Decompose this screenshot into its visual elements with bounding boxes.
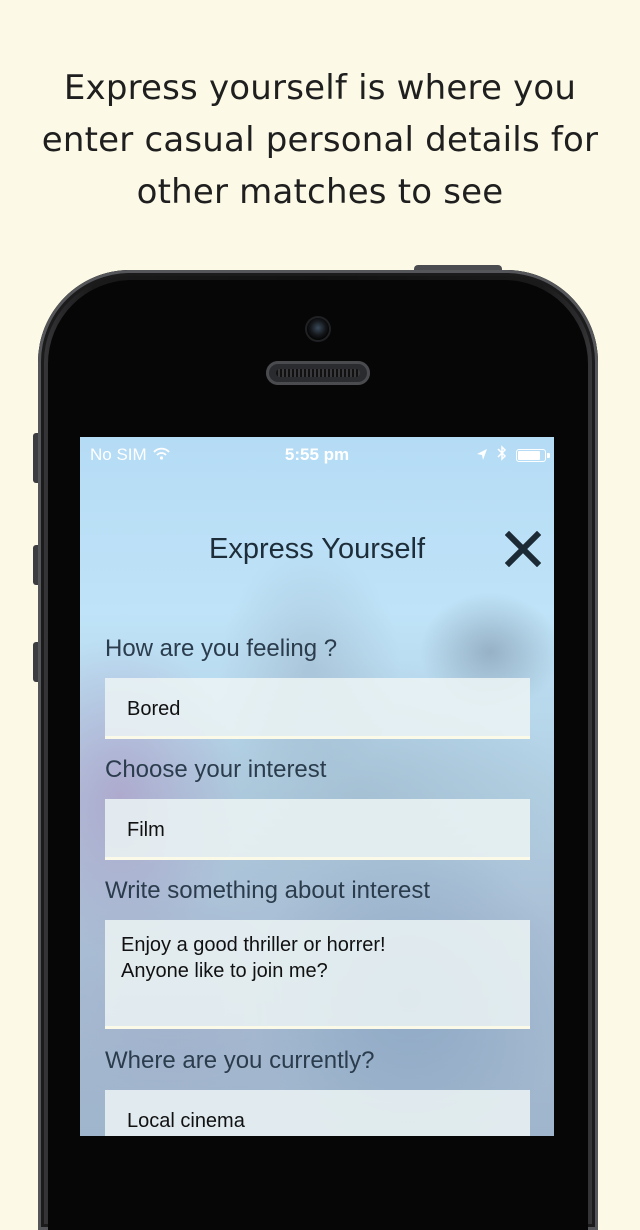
about-interest-field[interactable]: Enjoy a good thriller or horrer! Anyone …: [105, 920, 530, 1029]
caption-line-2: enter casual personal details for: [41, 120, 599, 160]
interest-value: Film: [127, 819, 165, 841]
location-label: Where are you currently?: [105, 1047, 375, 1074]
battery-icon: [516, 449, 550, 462]
app-screen: No SIM 5:55 pm Express Yourself How are …: [80, 437, 554, 1136]
caption-line-3: other matches to see: [136, 172, 504, 212]
front-camera: [307, 318, 329, 340]
close-icon: [504, 530, 542, 568]
battery-level: [518, 451, 540, 460]
page-title: Express Yourself: [208, 533, 425, 565]
interest-field[interactable]: Film: [105, 799, 530, 860]
feeling-label: How are you feeling ?: [105, 635, 338, 662]
bluetooth-icon: [497, 445, 507, 466]
caption-line-1: Express yourself is where you: [63, 68, 577, 108]
promo-caption: Express yourself is where you enter casu…: [0, 62, 640, 218]
earpiece-speaker: [266, 361, 370, 385]
feeling-value: Bored: [127, 698, 181, 720]
interest-label: Choose your interest: [105, 756, 327, 783]
about-interest-textarea[interactable]: Enjoy a good thriller or horrer! Anyone …: [121, 932, 511, 1012]
location-arrow-icon: [476, 446, 488, 466]
feeling-field[interactable]: Bored: [105, 678, 530, 739]
about-interest-label: Write something about interest: [105, 877, 431, 904]
close-button[interactable]: [504, 530, 542, 568]
status-bar: No SIM 5:55 pm: [80, 437, 554, 471]
location-field[interactable]: Local cinema: [105, 1090, 530, 1136]
location-value: Local cinema: [127, 1110, 245, 1132]
